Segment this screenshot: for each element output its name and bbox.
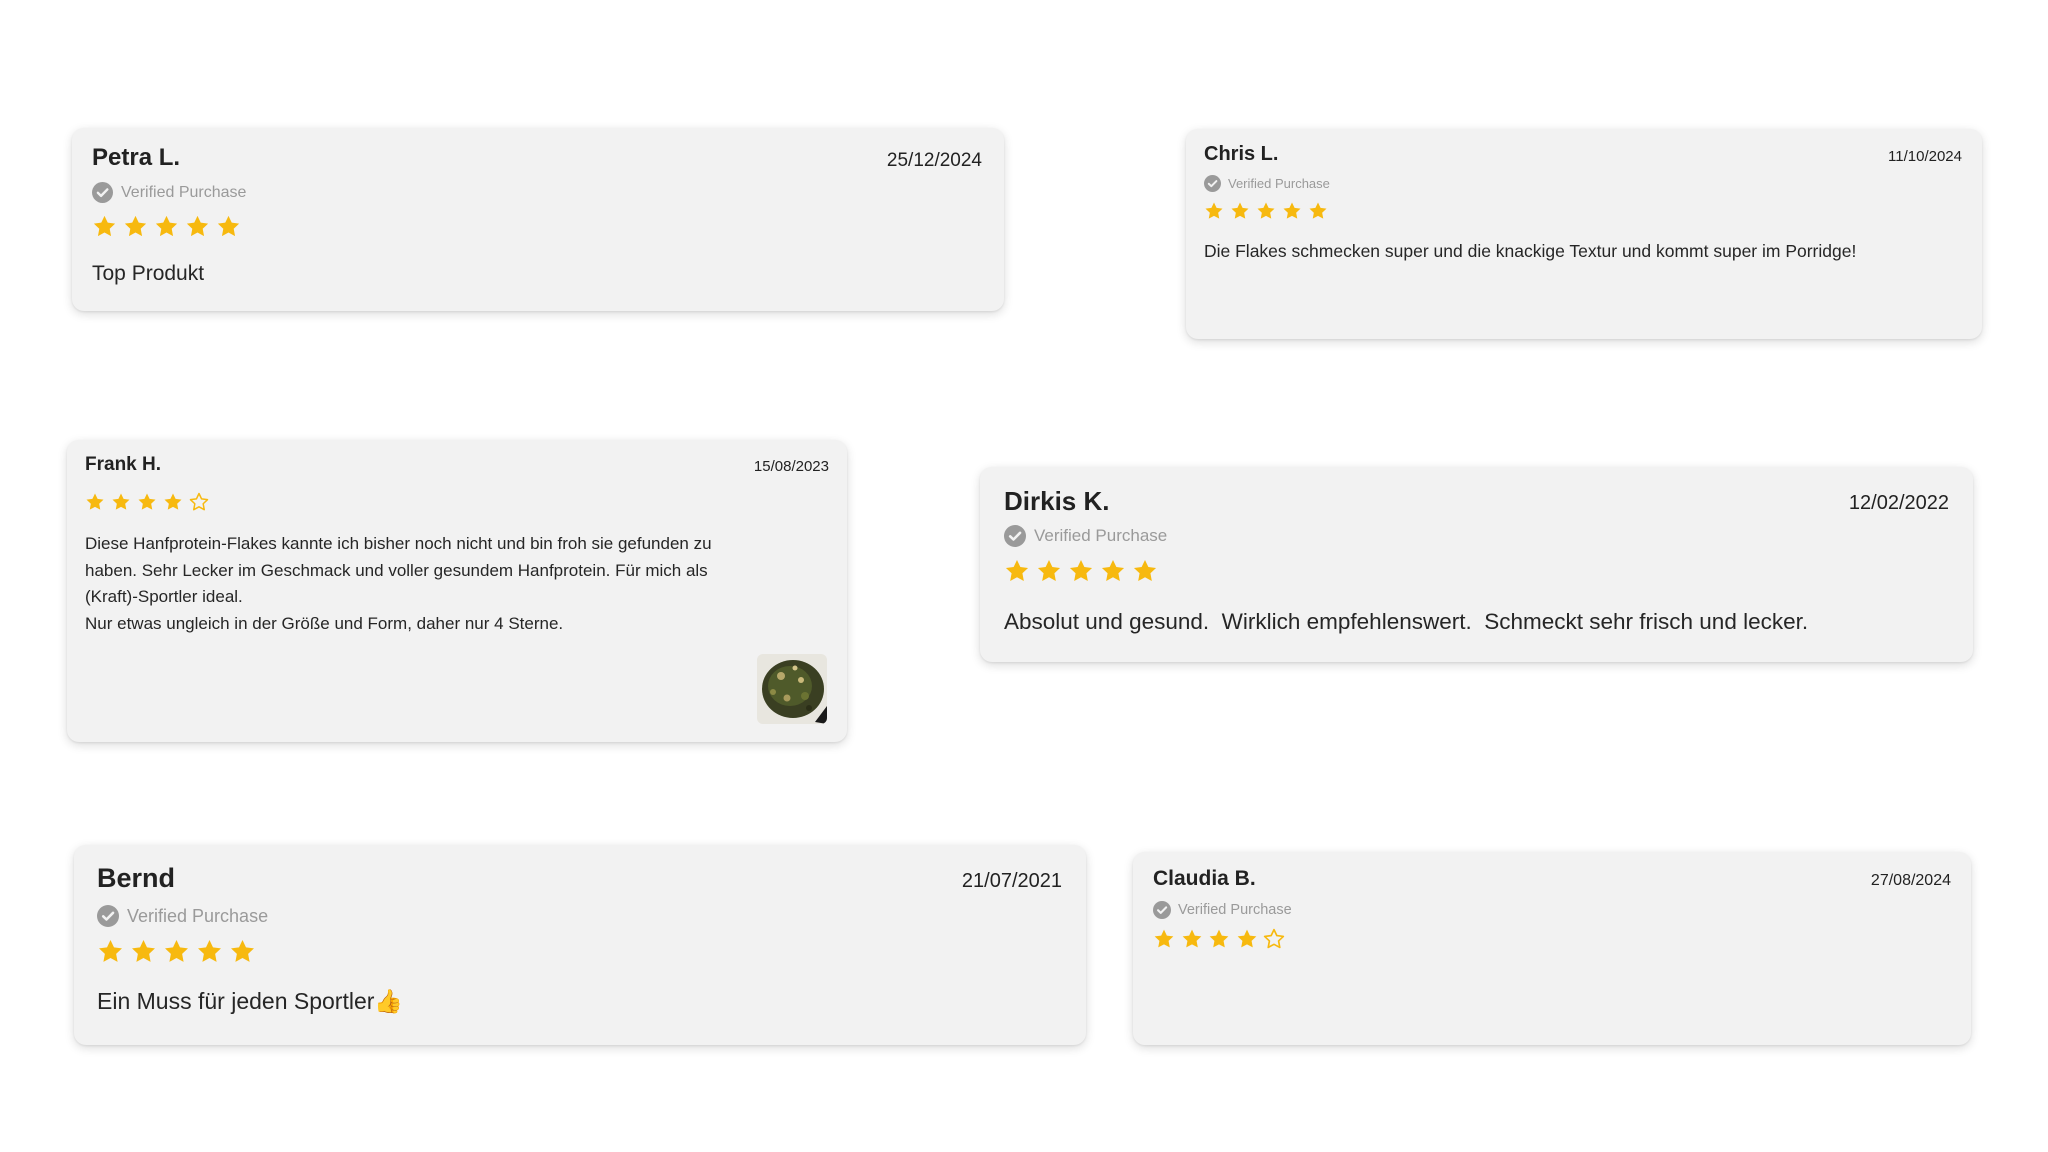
star-filled-icon: [1236, 928, 1258, 950]
reviewer-name: Frank H.: [85, 454, 162, 475]
star-filled-icon: [229, 938, 256, 965]
check-circle-icon: [92, 182, 113, 203]
review-card: Claudia B. 27/08/2024 Verified Purchase: [1133, 852, 1971, 1045]
star-rating: [92, 214, 241, 239]
review-photo[interactable]: [757, 654, 827, 724]
review-card: Bernd 21/07/2021 Verified Purchase Ein M…: [74, 845, 1086, 1045]
reviewer-name: Claudia B.: [1153, 867, 1256, 890]
star-outline-icon: [189, 492, 209, 512]
star-filled-icon: [97, 938, 124, 965]
star-filled-icon: [1204, 201, 1224, 221]
star-filled-icon: [1004, 558, 1030, 584]
verified-purchase-label: Verified Purchase: [127, 905, 269, 926]
star-filled-icon: [1208, 928, 1230, 950]
star-rating: [85, 492, 209, 512]
check-circle-icon: [97, 905, 119, 927]
star-filled-icon: [85, 492, 105, 512]
review-date: 21/07/2021: [961, 870, 1062, 892]
review-text-line: haben. Sehr Lecker im Geschmack und voll…: [85, 560, 708, 580]
star-filled-icon: [1036, 558, 1062, 584]
star-rating: [1153, 928, 1285, 950]
verified-purchase-label: Verified Purchase: [121, 183, 247, 201]
star-filled-icon: [1181, 928, 1203, 950]
review-text: Absolut und gesund. Wirklich empfehlensw…: [1004, 609, 1809, 634]
star-filled-icon: [216, 214, 241, 239]
reviewer-name: Bernd: [97, 863, 176, 893]
review-card: Chris L. 11/10/2024 Verified Purchase Di…: [1186, 129, 1982, 339]
star-filled-icon: [123, 214, 148, 239]
review-text-line: Diese Hanfprotein-Flakes kannte ich bish…: [85, 534, 712, 553]
star-rating: [1204, 201, 1328, 221]
review-card: Frank H. 15/08/2023 Diese Hanfprotein-Fl…: [67, 440, 847, 742]
verified-purchase-label: Verified Purchase: [1228, 176, 1330, 191]
review-text: Die Flakes schmecken super und die knack…: [1204, 241, 1857, 261]
star-filled-icon: [1153, 928, 1175, 950]
review-card: Dirkis K. 12/02/2022 Verified Purchase A…: [980, 467, 1973, 662]
reviewer-name: Petra L.: [92, 144, 181, 171]
star-filled-icon: [111, 492, 131, 512]
verified-purchase-badge: Verified Purchase: [1153, 901, 1292, 919]
review-text: Ein Muss für jeden Sportler👍: [97, 988, 404, 1014]
star-filled-icon: [92, 214, 117, 239]
review-date: 11/10/2024: [1888, 148, 1962, 165]
review-date: 12/02/2022: [1848, 492, 1949, 514]
verified-purchase-badge: Verified Purchase: [92, 182, 246, 203]
star-filled-icon: [1100, 558, 1126, 584]
verified-purchase-badge: Verified Purchase: [1004, 525, 1167, 547]
star-filled-icon: [1068, 558, 1094, 584]
star-filled-icon: [1282, 201, 1302, 221]
star-filled-icon: [163, 938, 190, 965]
star-filled-icon: [196, 938, 223, 965]
star-filled-icon: [137, 492, 157, 512]
check-circle-icon: [1004, 525, 1026, 547]
review-text-line: (Kraft)-Sportler ideal.: [85, 587, 243, 606]
star-filled-icon: [1132, 558, 1158, 584]
review-date: 27/08/2024: [1870, 872, 1951, 889]
star-filled-icon: [163, 492, 183, 512]
review-text: Diese Hanfprotein-Flakes kannte ich bish…: [85, 531, 712, 637]
star-rating: [97, 938, 256, 965]
verified-purchase-badge: Verified Purchase: [97, 905, 268, 927]
check-circle-icon: [1204, 175, 1221, 192]
star-filled-icon: [130, 938, 157, 965]
star-filled-icon: [154, 214, 179, 239]
star-rating: [1004, 558, 1158, 584]
check-circle-icon: [1153, 901, 1171, 919]
verified-purchase-badge: Verified Purchase: [1204, 175, 1330, 192]
star-filled-icon: [1230, 201, 1250, 221]
review-date: 25/12/2024: [886, 150, 982, 171]
star-filled-icon: [185, 214, 210, 239]
review-text-line: Nur etwas ungleich in der Größe und Form…: [85, 613, 564, 633]
verified-purchase-label: Verified Purchase: [1178, 902, 1292, 918]
reviewer-name: Dirkis K.: [1004, 486, 1110, 516]
verified-purchase-label: Verified Purchase: [1034, 526, 1168, 545]
star-outline-icon: [1263, 928, 1285, 950]
review-date: 15/08/2023: [753, 458, 829, 475]
star-filled-icon: [1256, 201, 1276, 221]
review-card: Petra L. 25/12/2024 Verified Purchase To…: [72, 128, 1004, 311]
star-filled-icon: [1308, 201, 1328, 221]
reviewer-name: Chris L.: [1204, 143, 1279, 165]
review-text: Top Produkt: [92, 262, 205, 285]
